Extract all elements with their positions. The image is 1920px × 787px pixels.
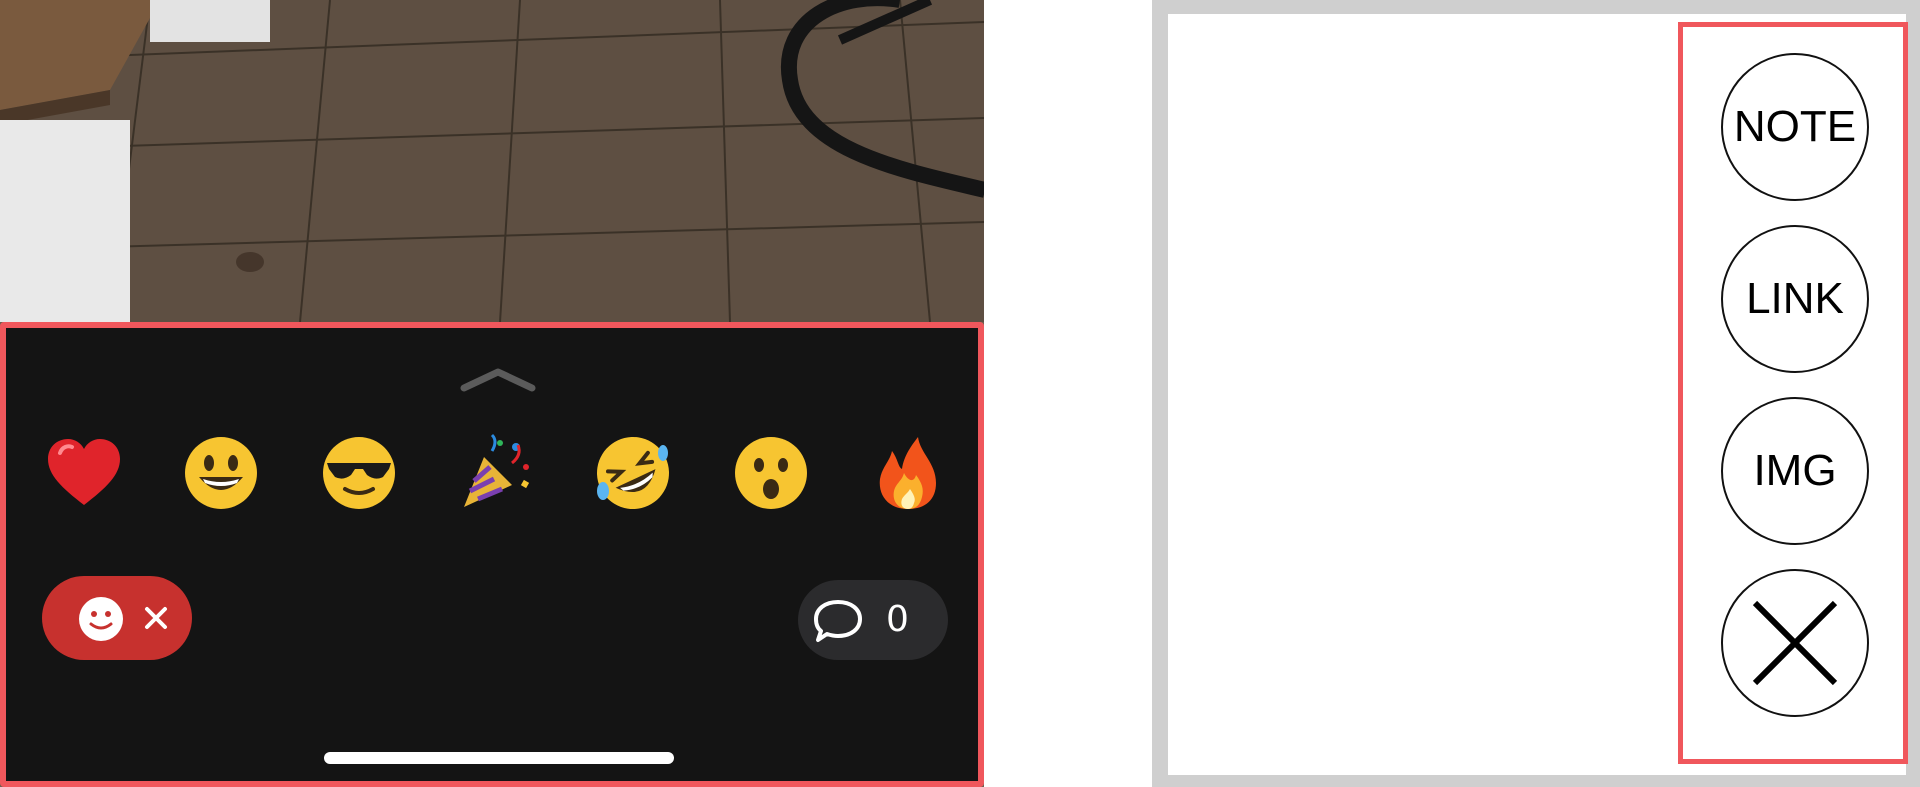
close-button[interactable]	[1721, 569, 1869, 717]
rolling-laughing-face-icon[interactable]	[585, 425, 681, 521]
reaction-row	[36, 428, 956, 518]
background-photo	[0, 0, 984, 322]
close-x-icon	[1752, 600, 1838, 686]
surprised-face-icon[interactable]	[723, 425, 819, 521]
image-button-label: IMG	[1753, 446, 1837, 495]
tool-panel: NOTE LINK IMG	[1168, 14, 1908, 775]
reaction-sheet: 0	[0, 322, 984, 787]
story-viewer: 0	[0, 0, 984, 787]
smiley-icon	[78, 596, 124, 646]
chevron-up-icon[interactable]	[458, 364, 538, 394]
action-rail: NOTE LINK IMG	[1678, 22, 1908, 764]
party-popper-icon[interactable]	[448, 425, 544, 521]
note-button-label: NOTE	[1733, 102, 1857, 151]
home-indicator	[324, 752, 674, 764]
note-button[interactable]: NOTE	[1721, 53, 1869, 201]
sunglasses-face-icon[interactable]	[311, 425, 407, 521]
link-button[interactable]: LINK	[1721, 225, 1869, 373]
reactions-toggle-button[interactable]	[42, 576, 192, 660]
grinning-face-icon[interactable]	[173, 425, 269, 521]
comment-count: 0	[886, 599, 909, 640]
link-button-label: LINK	[1746, 274, 1844, 323]
speech-bubble-icon	[812, 598, 864, 648]
tool-panel-frame: NOTE LINK IMG	[1152, 0, 1920, 787]
close-x-icon	[144, 606, 168, 634]
red-heart-icon[interactable]	[36, 425, 132, 521]
comments-button[interactable]: 0	[798, 580, 948, 660]
image-button[interactable]: IMG	[1721, 397, 1869, 545]
fire-icon[interactable]	[860, 425, 956, 521]
